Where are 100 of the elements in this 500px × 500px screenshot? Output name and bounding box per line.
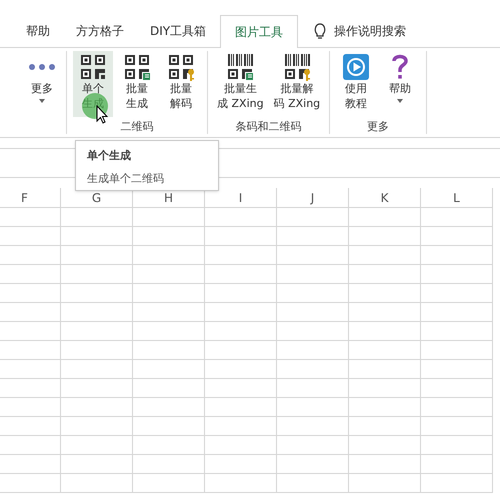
grid-cell[interactable] <box>349 265 421 284</box>
grid-cell[interactable] <box>133 436 205 455</box>
grid-cell[interactable] <box>61 265 133 284</box>
grid-cell[interactable] <box>205 398 277 417</box>
grid-cell[interactable] <box>133 398 205 417</box>
grid-cell[interactable] <box>349 341 421 360</box>
grid-cell[interactable] <box>421 265 493 284</box>
grid-cell[interactable] <box>133 265 205 284</box>
grid-cell[interactable] <box>349 284 421 303</box>
ribbon-button[interactable]: 批量解 码 ZXing <box>270 51 324 117</box>
grid-cell[interactable] <box>0 246 61 265</box>
grid-cell[interactable] <box>0 322 61 341</box>
grid-cell[interactable] <box>421 379 493 398</box>
grid-cell[interactable] <box>277 436 349 455</box>
grid-cell[interactable] <box>0 436 61 455</box>
grid-cell[interactable] <box>421 208 493 227</box>
grid-cell[interactable] <box>0 208 61 227</box>
grid-cell[interactable] <box>205 208 277 227</box>
grid-cell[interactable] <box>421 436 493 455</box>
grid-cell[interactable] <box>205 227 277 246</box>
grid-cell[interactable] <box>277 455 349 474</box>
ribbon-tab[interactable]: DIY工具箱 <box>138 14 218 47</box>
grid-cell[interactable] <box>0 265 61 284</box>
grid-cell[interactable] <box>205 284 277 303</box>
grid-cell[interactable] <box>61 436 133 455</box>
grid-cell[interactable] <box>0 398 61 417</box>
grid-cell[interactable] <box>133 360 205 379</box>
grid-cell[interactable] <box>0 284 61 303</box>
grid-cell[interactable] <box>421 303 493 322</box>
grid-cell[interactable] <box>349 379 421 398</box>
grid-cell[interactable] <box>277 341 349 360</box>
ribbon-button[interactable]: 批量生 成 ZXing <box>214 51 267 117</box>
grid-cell[interactable] <box>133 246 205 265</box>
grid-cell[interactable] <box>349 398 421 417</box>
grid-cell[interactable] <box>277 398 349 417</box>
grid-cell[interactable] <box>61 246 133 265</box>
grid-cell[interactable] <box>61 208 133 227</box>
grid-cell[interactable] <box>61 341 133 360</box>
grid-cell[interactable] <box>133 303 205 322</box>
grid-cell[interactable] <box>205 322 277 341</box>
grid-cell[interactable] <box>421 417 493 436</box>
grid-cell[interactable] <box>277 265 349 284</box>
grid-cell[interactable] <box>0 341 61 360</box>
grid-cell[interactable] <box>277 379 349 398</box>
grid-cell[interactable] <box>133 208 205 227</box>
grid-cell[interactable] <box>0 417 61 436</box>
grid-cell[interactable] <box>421 474 493 493</box>
grid-cell[interactable] <box>205 417 277 436</box>
column-header[interactable]: L <box>421 188 493 208</box>
grid-cell[interactable] <box>61 284 133 303</box>
grid-cell[interactable] <box>421 227 493 246</box>
grid-cell[interactable] <box>277 227 349 246</box>
ribbon-button[interactable]: 使用 教程 <box>336 51 376 117</box>
column-header[interactable]: K <box>349 188 421 208</box>
grid-cell[interactable] <box>205 265 277 284</box>
grid-cell[interactable] <box>421 322 493 341</box>
grid-cell[interactable] <box>61 303 133 322</box>
grid-cell[interactable] <box>349 208 421 227</box>
grid-cell[interactable] <box>61 322 133 341</box>
grid-cell[interactable] <box>133 379 205 398</box>
grid-cell[interactable] <box>421 284 493 303</box>
grid-cell[interactable] <box>205 360 277 379</box>
ribbon-button[interactable]: 批量 生成 <box>117 51 157 117</box>
grid-cell[interactable] <box>205 246 277 265</box>
grid-cell[interactable] <box>0 455 61 474</box>
grid-cell[interactable] <box>133 455 205 474</box>
search-tell-me[interactable]: 操作说明搜索 <box>334 22 406 40</box>
grid-cell[interactable] <box>421 398 493 417</box>
grid-cell[interactable] <box>205 341 277 360</box>
grid-cell[interactable] <box>61 379 133 398</box>
grid-cell[interactable] <box>421 246 493 265</box>
grid-cell[interactable] <box>0 303 61 322</box>
grid-cell[interactable] <box>277 360 349 379</box>
grid-cell[interactable] <box>205 379 277 398</box>
grid-cell[interactable] <box>133 284 205 303</box>
grid-cell[interactable] <box>277 474 349 493</box>
grid-cell[interactable] <box>349 227 421 246</box>
grid-cell[interactable] <box>349 436 421 455</box>
grid-cell[interactable] <box>205 455 277 474</box>
grid-cell[interactable] <box>421 455 493 474</box>
grid-cell[interactable] <box>0 227 61 246</box>
grid-cell[interactable] <box>61 455 133 474</box>
grid-cell[interactable] <box>133 227 205 246</box>
grid-cell[interactable] <box>61 398 133 417</box>
grid-cell[interactable] <box>133 322 205 341</box>
grid-cell[interactable] <box>349 360 421 379</box>
grid-cell[interactable] <box>205 303 277 322</box>
grid-cell[interactable] <box>421 360 493 379</box>
grid-cell[interactable] <box>277 417 349 436</box>
grid-cell[interactable] <box>277 246 349 265</box>
grid-cell[interactable] <box>0 360 61 379</box>
grid-cell[interactable] <box>205 436 277 455</box>
ribbon-button[interactable]: 批量 解码 <box>161 51 201 117</box>
grid-cell[interactable] <box>349 303 421 322</box>
grid-cell[interactable] <box>133 341 205 360</box>
grid-cell[interactable] <box>421 341 493 360</box>
grid-cell[interactable] <box>349 246 421 265</box>
grid-cell[interactable] <box>277 284 349 303</box>
grid-cell[interactable] <box>205 474 277 493</box>
ribbon-tab[interactable]: 方方格子 <box>64 14 136 47</box>
